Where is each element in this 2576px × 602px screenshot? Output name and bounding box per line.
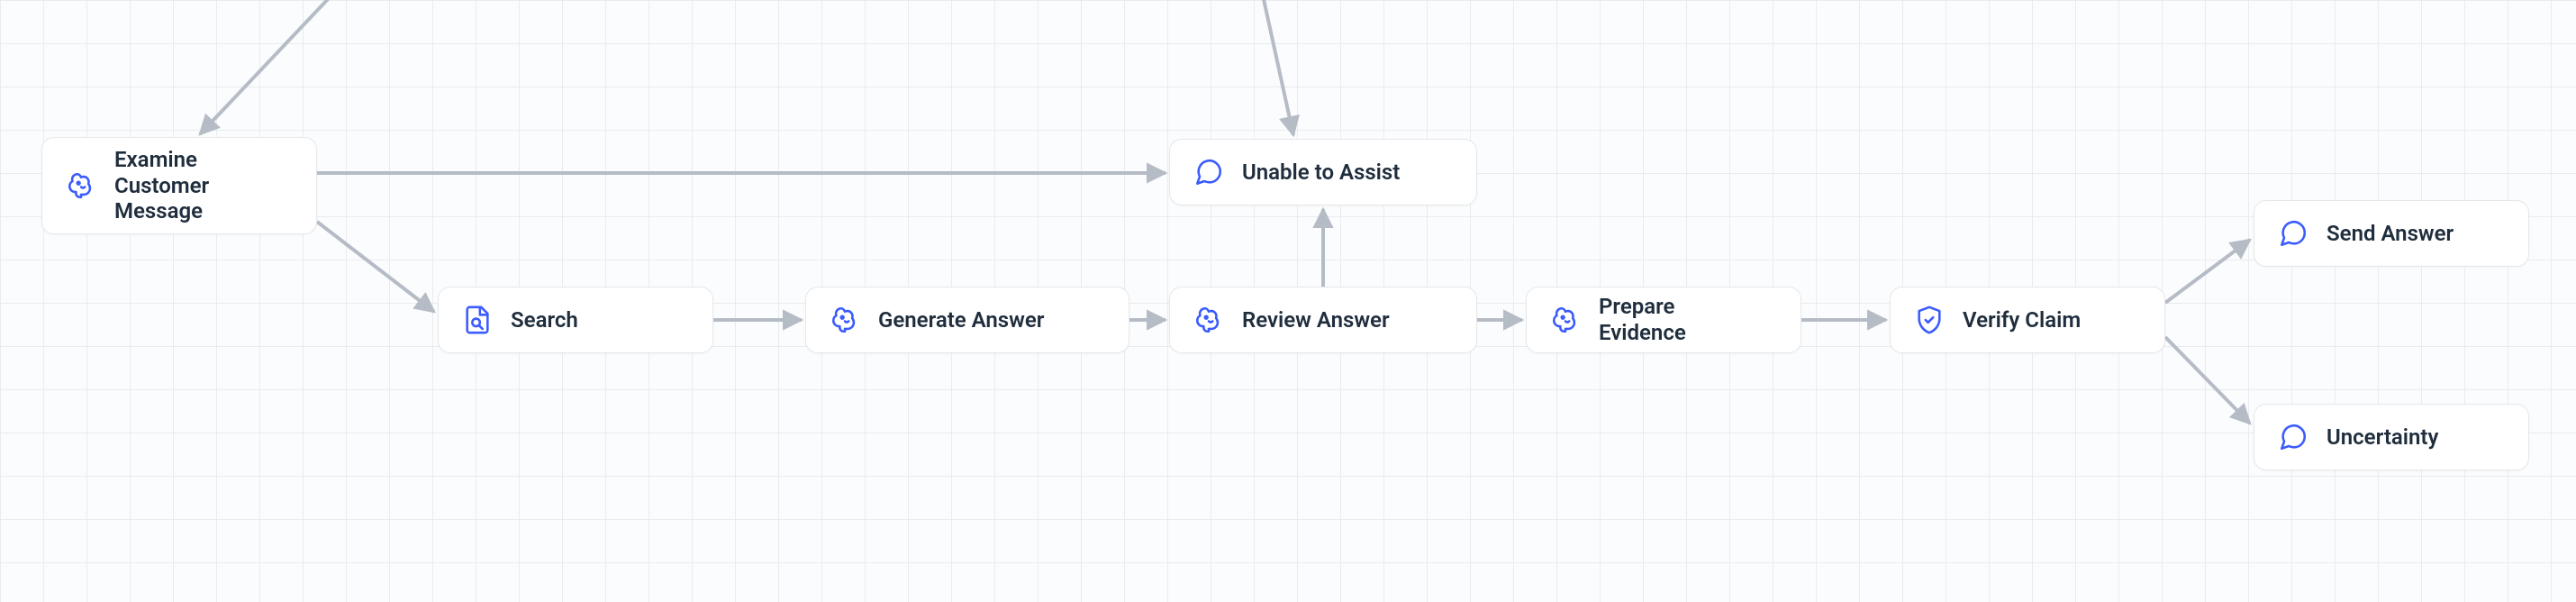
node-label: Unable to Assist bbox=[1242, 160, 1400, 186]
node-label: Review Answer bbox=[1242, 307, 1390, 333]
node-send-answer[interactable]: Send Answer bbox=[2254, 200, 2529, 267]
edge-offscreen-to-unable bbox=[1252, 0, 1293, 135]
node-generate-answer[interactable]: Generate Answer bbox=[805, 287, 1129, 353]
node-label: Verify Claim bbox=[1963, 307, 2081, 333]
node-verify-claim[interactable]: Verify Claim bbox=[1890, 287, 2165, 353]
node-unable-to-assist[interactable]: Unable to Assist bbox=[1169, 139, 1477, 205]
chat-icon bbox=[2278, 218, 2308, 249]
chat-icon bbox=[2278, 422, 2308, 452]
brain-icon bbox=[1193, 305, 1224, 335]
node-label: Generate Answer bbox=[878, 307, 1044, 333]
node-prepare-evidence[interactable]: Prepare Evidence bbox=[1526, 287, 1801, 353]
node-review-answer[interactable]: Review Answer bbox=[1169, 287, 1477, 353]
brain-icon bbox=[830, 305, 860, 335]
node-uncertainty[interactable]: Uncertainty bbox=[2254, 404, 2529, 470]
brain-icon bbox=[1550, 305, 1581, 335]
node-label: Search bbox=[511, 307, 578, 333]
shield-check-icon bbox=[1914, 305, 1945, 335]
node-label: Uncertainty bbox=[2327, 424, 2438, 451]
brain-icon bbox=[66, 170, 96, 201]
node-label: Examine Customer Message bbox=[114, 147, 209, 224]
node-label: Send Answer bbox=[2327, 221, 2454, 247]
chat-icon bbox=[1193, 157, 1224, 187]
flow-canvas[interactable]: Examine Customer Message Search Generate… bbox=[0, 0, 2576, 602]
edge-verify-to-uncertainty bbox=[2165, 337, 2250, 424]
edge-verify-to-send bbox=[2165, 240, 2250, 303]
node-examine-customer-message[interactable]: Examine Customer Message bbox=[41, 137, 317, 234]
file-search-icon bbox=[462, 305, 493, 335]
edge-offscreen-to-examine bbox=[200, 0, 378, 134]
node-label: Prepare Evidence bbox=[1599, 294, 1686, 346]
edge-examine-to-search bbox=[317, 222, 434, 312]
node-search[interactable]: Search bbox=[438, 287, 713, 353]
